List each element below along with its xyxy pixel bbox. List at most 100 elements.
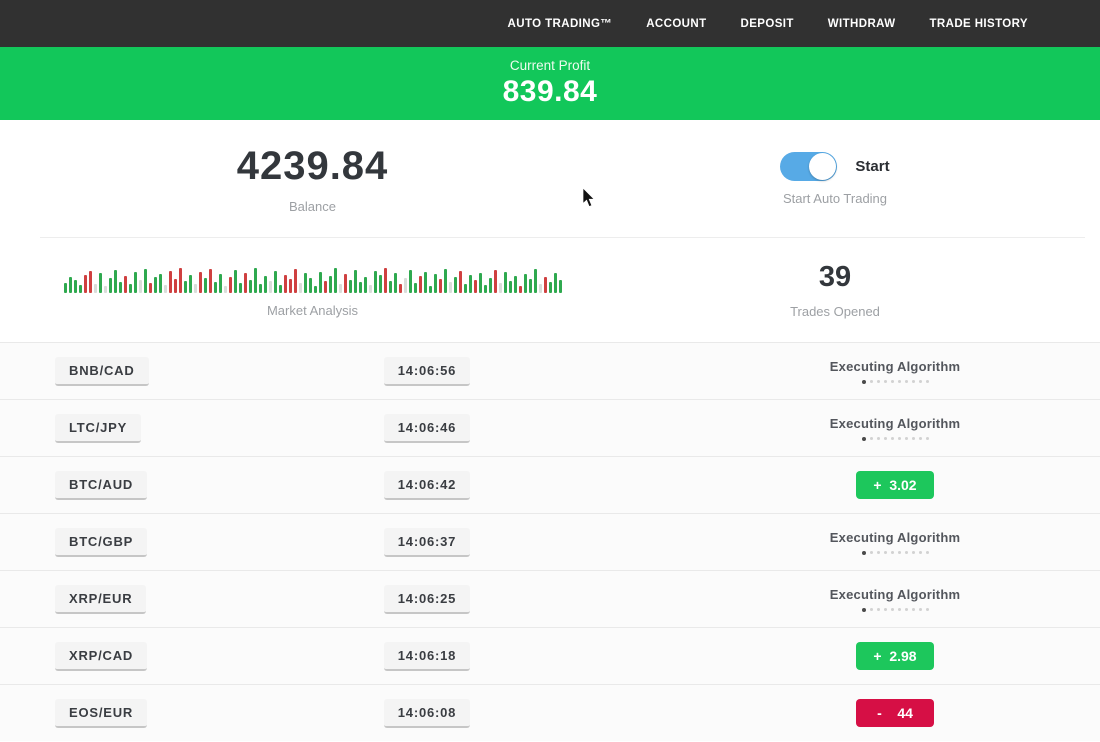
balance-label: Balance [289, 199, 336, 214]
candle-bar [424, 272, 427, 293]
candle-bar [239, 283, 242, 293]
candle-bar [329, 276, 332, 293]
candle-bar [199, 272, 202, 293]
candle-bar [289, 279, 292, 293]
executing-label: Executing Algorithm [830, 359, 960, 374]
candle-bar [554, 273, 557, 293]
candle-bar [79, 285, 82, 293]
candle-bar [209, 269, 212, 293]
pair-pill[interactable]: BTC/AUD [55, 471, 147, 500]
nav-item[interactable]: ACCOUNT [646, 18, 706, 30]
toggle-state-label: Start [855, 158, 889, 175]
candle-bar [294, 269, 297, 293]
candle-bar [429, 286, 432, 293]
trades-opened-value: 39 [819, 261, 851, 294]
time-pill: 14:06:18 [384, 642, 470, 671]
candle-bar [549, 282, 552, 293]
candle-bar [434, 274, 437, 293]
candle-bar [354, 270, 357, 293]
candle-bar [529, 279, 532, 293]
auto-trading-block: Start Start Auto Trading [585, 120, 1085, 237]
time-pill: 14:06:42 [384, 471, 470, 500]
pair-pill[interactable]: XRP/EUR [55, 585, 146, 614]
auto-trading-toggle[interactable] [780, 152, 837, 181]
top-navbar: AUTO TRADING™ ACCOUNT DEPOSIT WITHDRAW TRADE… [0, 0, 1100, 47]
candle-bar [479, 273, 482, 293]
candle-bar [64, 283, 67, 293]
candle-bar [334, 268, 337, 293]
candle-bar [119, 282, 122, 293]
candle-bar [484, 285, 487, 293]
candle-bar [244, 273, 247, 293]
candle-bar [374, 271, 377, 293]
candle-bar [534, 269, 537, 293]
candle-bar [509, 281, 512, 293]
time-pill: 14:06:08 [384, 699, 470, 728]
candle-bar [139, 280, 142, 293]
candle-bar [274, 271, 277, 293]
candle-bar [129, 284, 132, 293]
candle-bar [194, 284, 197, 293]
executing-label: Executing Algorithm [830, 587, 960, 602]
nav-item[interactable]: WITHDRAW [828, 18, 896, 30]
profit-badge: + 3.02 [856, 471, 934, 499]
balance-value: 4239.84 [237, 144, 389, 189]
candle-bar [89, 271, 92, 293]
candle-bar [174, 279, 177, 293]
trade-status: Executing Algorithm [730, 587, 1060, 612]
candle-bar [469, 275, 472, 293]
nav-menu: AUTO TRADING™ ACCOUNT DEPOSIT WITHDRAW TRADE… [508, 18, 1028, 30]
candle-bar [219, 274, 222, 293]
trades-opened-label: Trades Opened [790, 304, 880, 319]
trade-status: - 44 [730, 699, 1060, 727]
auto-trading-label: Start Auto Trading [783, 191, 887, 206]
table-row: LTC/JPY 14:06:46 Executing Algorithm [0, 399, 1100, 456]
pair-pill[interactable]: EOS/EUR [55, 699, 147, 728]
loss-badge: - 44 [856, 699, 934, 727]
time-pill: 14:06:25 [384, 585, 470, 614]
candle-bar [69, 277, 72, 293]
trades-list: BNB/CAD 14:06:56 Executing Algorithm LTC… [0, 342, 1100, 741]
candle-bar [94, 284, 97, 293]
table-row: EOS/EUR 14:06:08 - 44 [0, 684, 1100, 741]
candle-bar [169, 271, 172, 293]
candle-bar [149, 283, 152, 293]
pair-pill[interactable]: XRP/CAD [55, 642, 147, 671]
candle-bar [499, 283, 502, 293]
nav-item[interactable]: AUTO TRADING™ [508, 18, 613, 30]
candle-bar [109, 278, 112, 293]
candle-bar [184, 281, 187, 293]
table-row: BNB/CAD 14:06:56 Executing Algorithm [0, 342, 1100, 399]
table-row: BTC/AUD 14:06:42 + 3.02 [0, 456, 1100, 513]
trade-status: Executing Algorithm [730, 416, 1060, 441]
candle-bar [324, 281, 327, 293]
current-profit-label: Current Profit [510, 58, 590, 73]
candle-bar [504, 272, 507, 293]
progress-dots [862, 437, 929, 441]
candle-bar [114, 270, 117, 293]
candle-bar [319, 272, 322, 293]
candle-bar [229, 277, 232, 293]
candle-bar [284, 275, 287, 293]
candle-bar [349, 280, 352, 293]
trade-status: + 3.02 [730, 471, 1060, 499]
candle-bar [439, 279, 442, 293]
executing-label: Executing Algorithm [830, 530, 960, 545]
nav-item[interactable]: TRADE HISTORY [930, 18, 1029, 30]
pair-pill[interactable]: LTC/JPY [55, 414, 141, 443]
pair-pill[interactable]: BTC/GBP [55, 528, 147, 557]
table-row: XRP/EUR 14:06:25 Executing Algorithm [0, 570, 1100, 627]
toggle-knob [809, 153, 836, 180]
candle-bar [544, 277, 547, 293]
market-analysis-chart [64, 263, 562, 293]
candle-bar [384, 268, 387, 293]
candle-bar [224, 286, 227, 293]
market-analysis-block: Market Analysis [40, 238, 585, 342]
candle-bar [474, 280, 477, 293]
trade-status: Executing Algorithm [730, 530, 1060, 555]
candle-bar [359, 282, 362, 293]
candle-bar [364, 277, 367, 293]
candle-bar [539, 284, 542, 293]
pair-pill[interactable]: BNB/CAD [55, 357, 149, 386]
nav-item[interactable]: DEPOSIT [741, 18, 794, 30]
